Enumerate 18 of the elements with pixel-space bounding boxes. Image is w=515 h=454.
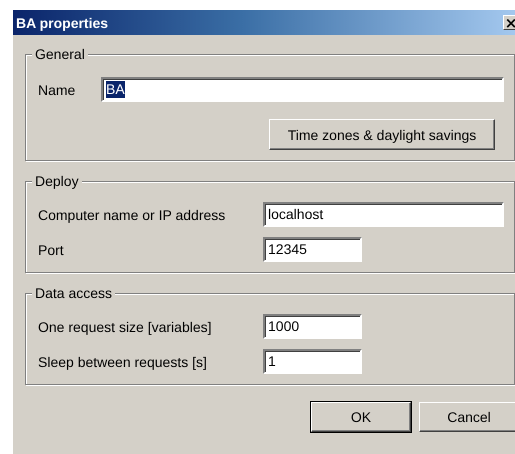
text-field[interactable]: 1 xyxy=(263,349,362,374)
field-label: Port xyxy=(38,242,65,258)
text-field[interactable]: 1000 xyxy=(263,314,362,339)
text-field[interactable]: BA xyxy=(101,77,504,102)
ok-button[interactable]: OK xyxy=(311,402,411,432)
field-label: Name xyxy=(38,82,76,98)
cancel-button[interactable]: Cancel xyxy=(419,402,515,432)
field-label: One request size [variables] xyxy=(38,318,213,334)
text-field[interactable]: 12345 xyxy=(263,237,362,262)
field-label: Sleep between requests [s] xyxy=(38,354,208,370)
group-title: General xyxy=(32,46,88,62)
close-button[interactable]: × xyxy=(503,15,515,30)
text-field[interactable]: localhost xyxy=(263,202,504,227)
group-title: Deploy xyxy=(32,173,82,189)
field-label: Computer name or IP address xyxy=(38,206,226,222)
time-zones-button[interactable]: Time zones & daylight savings xyxy=(269,119,495,150)
group-title: Data access xyxy=(32,285,116,301)
window-title: BA properties xyxy=(16,14,108,30)
